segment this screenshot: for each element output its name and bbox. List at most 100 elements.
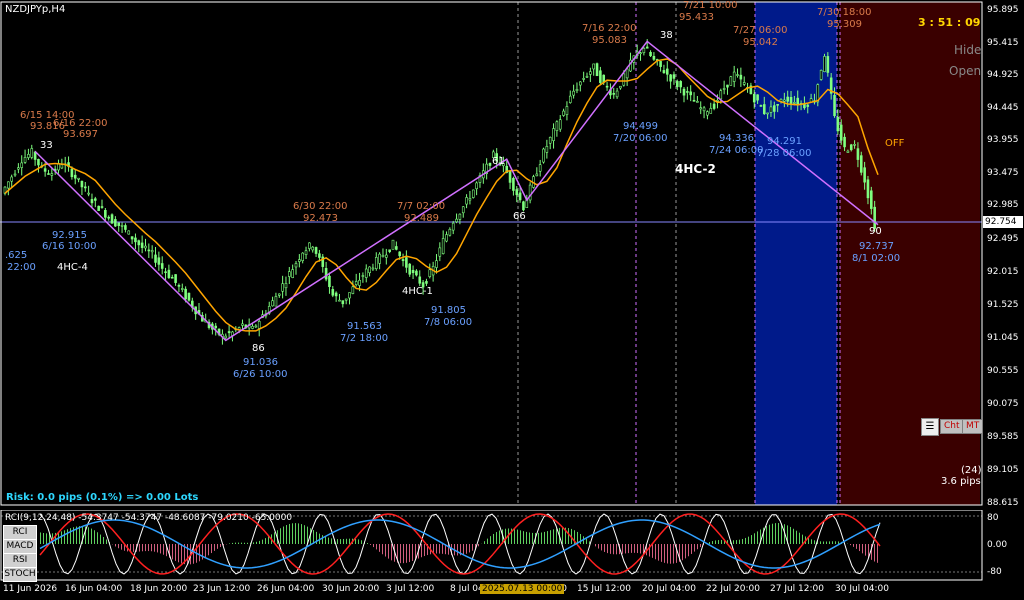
macd-bar [322,535,323,544]
macd-bar [814,540,815,544]
x-tick: 18 Jun 20:00 [130,584,188,594]
candle-body [257,321,261,329]
macd-bar [757,531,758,544]
macd-bar [436,544,437,554]
pivot-price: 92.489 [404,213,439,224]
candle-body [385,254,388,258]
macd-bar [178,544,179,563]
macd-bar [865,544,866,556]
macd-bar [523,531,524,544]
macd-bar [553,529,554,544]
candle-body [572,90,575,96]
macd-bar [544,531,545,544]
candle-body [759,105,763,107]
macd-bar [244,542,245,544]
macd-bar [514,528,515,544]
macd-bar [793,528,794,544]
osc-button-rci[interactable]: RCI [3,525,37,540]
notes-icon[interactable]: ☰ [921,418,939,436]
candle-body [381,254,385,258]
macd-bar [832,541,833,544]
osc-button-macd[interactable]: MACD [3,539,37,554]
macd-bar [532,532,533,544]
spread-count: (24) [961,465,982,476]
macd-bar [370,544,371,545]
macd-bar [142,544,143,552]
candle-body [642,47,646,54]
macd-bar [403,544,404,564]
macd-bar [610,544,611,554]
candle-body [739,74,743,80]
chart-button[interactable]: Cht [940,419,964,434]
candle-body [762,104,766,115]
macd-bar [412,544,413,562]
risk-info: Risk: 0.0 pips (0.1%) => 0.00 Lots [6,492,199,503]
candle-body [378,253,381,264]
osc-button-stoch[interactable]: STOCH [3,567,37,582]
candle-body [672,74,676,79]
y-tick: 92.495 [987,234,1019,244]
pivot-price: 94.499 [623,121,658,132]
candle-body [441,238,445,254]
macd-bar [715,540,716,544]
pivot-price: .625 [5,250,28,261]
candle-body [849,144,853,151]
candle-body [819,70,823,80]
candle-body [592,63,595,70]
candle-body [776,104,779,106]
x-tick: 22 Jul 20:00 [706,584,760,594]
osc-y-tick: 80 [987,513,999,523]
macd-bar [694,544,695,552]
candle-body [120,224,124,227]
mt-button[interactable]: MT [962,419,984,434]
candle-body [140,242,144,248]
macd-bar [859,544,860,552]
current-price-value: 92.754 [985,217,1017,227]
candle-body [130,236,134,240]
candle-body [649,51,652,57]
open-button[interactable]: Open [949,65,981,77]
pivot-count: 90 [869,226,882,237]
candle-body [324,268,328,280]
osc-button-rsi[interactable]: RSI [3,553,37,568]
macd-bar [256,541,257,544]
candle-body [488,162,492,166]
pivot-date: 7/27 06:00 [733,25,788,36]
candle-body [579,81,582,86]
candle-body [565,106,569,115]
macd-bar [442,544,443,554]
candle-body [284,283,288,289]
candle-body [127,230,131,235]
candle-body [619,85,622,89]
macd-bar [616,544,617,555]
macd-bar [265,538,266,544]
candle-body [451,222,455,231]
macd-bar [181,544,182,564]
macd-bar [379,544,380,552]
macd-bar [121,544,122,550]
candle-body [769,106,773,113]
candle-body [177,285,181,287]
candle-body [846,150,850,153]
macd-bar [241,542,242,544]
macd-bar [712,541,713,544]
hide-button[interactable]: Hide [954,44,981,56]
macd-bar [769,524,770,544]
pivot-price: 95.433 [679,12,714,23]
candle-body [160,263,164,269]
macd-bar [835,541,836,544]
pivot-date: 7/21 10:00 [683,0,738,11]
candle-body [522,201,525,211]
macd-bar [652,544,653,558]
macd-bar [469,544,470,553]
candle-body [682,88,686,96]
macd-bar [172,544,173,560]
candle-body [110,214,114,224]
candle-body [742,82,746,85]
candle-body [625,68,629,79]
macd-bar [295,523,296,544]
macd-bar [640,544,641,554]
macd-bar [100,534,101,544]
macd-bar [268,536,269,544]
candle-body [13,173,17,176]
